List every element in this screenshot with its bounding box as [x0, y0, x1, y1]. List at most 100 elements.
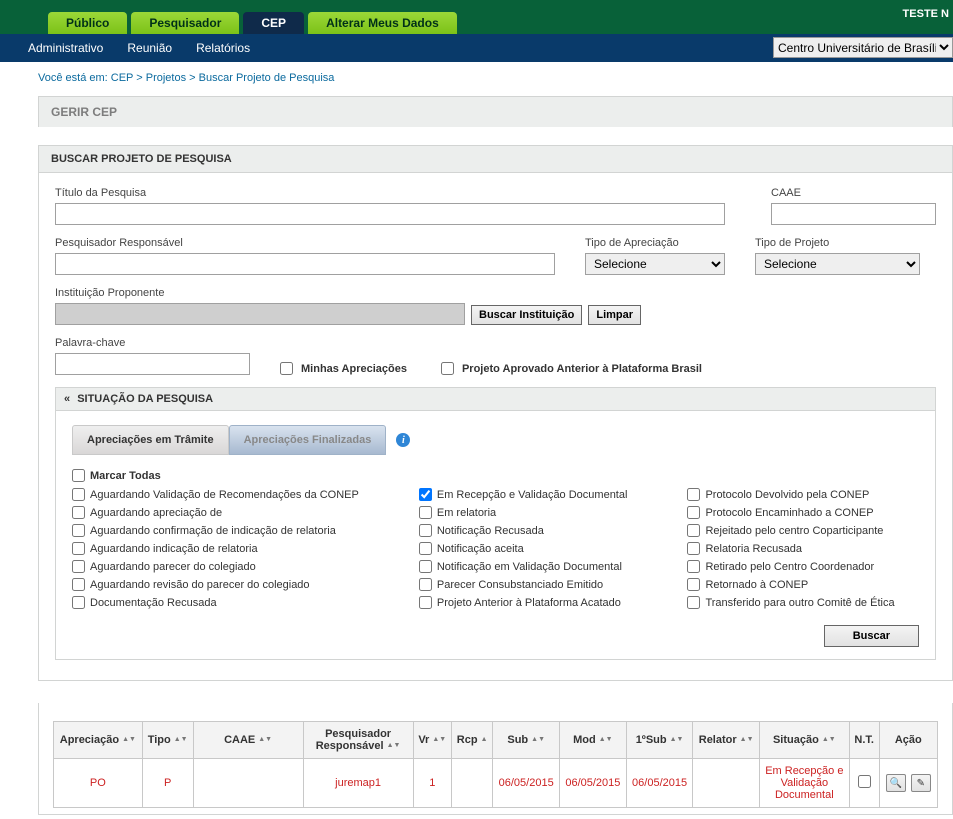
chk-aguard-parecer[interactable] [72, 560, 85, 573]
chk-aguard-confirmacao[interactable] [72, 524, 85, 537]
cell-pesq: juremap1 [303, 759, 413, 808]
sort-icon: ▲▼ [822, 737, 836, 743]
chk-aguard-revisao[interactable] [72, 578, 85, 591]
tab-alterar-dados[interactable]: Alterar Meus Dados [308, 12, 457, 34]
table-row: PO P juremap1 1 06/05/2015 06/05/2015 06… [54, 759, 938, 808]
results-table: Apreciação▲▼ Tipo▲▼ CAAE▲▼ Pesquisador R… [53, 721, 938, 808]
chk-label: Aguardando apreciação de [90, 507, 222, 519]
pencil-icon: ✎ [917, 778, 925, 789]
nt-checkbox[interactable] [858, 775, 871, 788]
breadcrumb-prefix: Você está em: [38, 72, 108, 84]
edit-action-button[interactable]: ✎ [911, 774, 931, 792]
main-tabs: Público Pesquisador CEP Alterar Meus Dad… [48, 12, 457, 34]
th-rcp[interactable]: Rcp▲ [451, 722, 492, 759]
breadcrumb-sep: > [136, 72, 145, 84]
minhas-apreciacoes-checkbox[interactable] [280, 362, 293, 375]
situacao-title: SITUAÇÃO DA PESQUISA [77, 393, 213, 405]
chk-label: Parecer Consubstanciado Emitido [437, 579, 603, 591]
limpar-button[interactable]: Limpar [588, 305, 641, 325]
th-sub1[interactable]: 1ºSub▲▼ [626, 722, 693, 759]
chk-proj-anterior-acatado[interactable] [419, 596, 432, 609]
subtab-tramite[interactable]: Apreciações em Trâmite [72, 425, 229, 455]
cell-mod: 06/05/2015 [560, 759, 627, 808]
palavra-input[interactable] [55, 353, 250, 375]
caae-label: CAAE [771, 187, 936, 199]
th-situacao[interactable]: Situação▲▼ [759, 722, 849, 759]
cell-acao: 🔍 ✎ [879, 759, 937, 808]
th-vr[interactable]: Vr▲▼ [413, 722, 451, 759]
breadcrumb-cep[interactable]: CEP [111, 72, 133, 84]
magnifier-icon: 🔍 [890, 778, 902, 789]
cell-nt [849, 759, 879, 808]
chk-label: Retirado pelo Centro Coordenador [705, 561, 874, 573]
chk-aguard-validacao-conep[interactable] [72, 488, 85, 501]
titulo-label: Título da Pesquisa [55, 187, 741, 199]
menu-relatorios[interactable]: Relatórios [196, 41, 250, 55]
institution-select[interactable]: Centro Universitário de Brasília [773, 37, 953, 58]
chk-label: Notificação em Validação Documental [437, 561, 622, 573]
breadcrumb: Você está em: CEP > Projetos > Buscar Pr… [38, 72, 953, 84]
buscar-instituicao-button[interactable]: Buscar Instituição [471, 305, 582, 325]
projeto-anterior-checkbox[interactable] [441, 362, 454, 375]
chk-doc-recusada[interactable] [72, 596, 85, 609]
chk-retirado-coord[interactable] [687, 560, 700, 573]
cell-tipo: P [142, 759, 193, 808]
menu-reuniao[interactable]: Reunião [127, 41, 172, 55]
chk-label: Aguardando indicação de relatoria [90, 543, 258, 555]
sort-icon: ▲▼ [122, 737, 136, 743]
tab-pesquisador[interactable]: Pesquisador [131, 12, 239, 34]
top-header: Público Pesquisador CEP Alterar Meus Dad… [0, 0, 953, 34]
titulo-input[interactable] [55, 203, 725, 225]
tipo-apreciacao-select[interactable]: Selecione [585, 253, 725, 275]
tab-publico[interactable]: Público [48, 12, 127, 34]
th-relator[interactable]: Relator▲▼ [693, 722, 759, 759]
th-caae[interactable]: CAAE▲▼ [193, 722, 303, 759]
tipo-projeto-select[interactable]: Selecione [755, 253, 920, 275]
sort-icon: ▲▼ [670, 737, 684, 743]
th-pesq[interactable]: Pesquisador Responsável▲▼ [303, 722, 413, 759]
chk-em-recepcao[interactable] [419, 488, 432, 501]
instituicao-label: Instituição Proponente [55, 287, 641, 299]
th-tipo[interactable]: Tipo▲▼ [142, 722, 193, 759]
cell-apreciacao: PO [54, 759, 143, 808]
chk-notif-aceita[interactable] [419, 542, 432, 555]
chk-col-3: Protocolo Devolvido pela CONEP Protocolo… [687, 488, 894, 609]
sort-icon: ▲▼ [432, 737, 446, 743]
chk-aguard-apreciacao[interactable] [72, 506, 85, 519]
chk-rejeitado-copart[interactable] [687, 524, 700, 537]
search-panel-body: Título da Pesquisa CAAE Pesquisador Resp… [38, 173, 953, 681]
th-sub[interactable]: Sub▲▼ [493, 722, 560, 759]
info-icon[interactable]: i [396, 433, 410, 447]
chk-label: Protocolo Devolvido pela CONEP [705, 489, 869, 501]
pesq-resp-input[interactable] [55, 253, 555, 275]
caae-input[interactable] [771, 203, 936, 225]
sort-icon: ▲▼ [387, 743, 401, 749]
breadcrumb-projetos[interactable]: Projetos [146, 72, 186, 84]
th-nt: N.T. [849, 722, 879, 759]
view-action-button[interactable]: 🔍 [886, 774, 906, 792]
chk-em-relatoria[interactable] [419, 506, 432, 519]
user-label: TESTE N [903, 8, 949, 20]
cell-sub: 06/05/2015 [493, 759, 560, 808]
sort-icon: ▲▼ [531, 737, 545, 743]
chk-label: Rejeitado pelo centro Coparticipante [705, 525, 883, 537]
subtab-finalizadas[interactable]: Apreciações Finalizadas [229, 425, 387, 455]
chk-notif-validacao[interactable] [419, 560, 432, 573]
menu-administrativo[interactable]: Administrativo [28, 41, 103, 55]
chk-prot-devolvido[interactable] [687, 488, 700, 501]
buscar-button[interactable]: Buscar [824, 625, 919, 647]
chk-parecer-emitido[interactable] [419, 578, 432, 591]
tab-cep[interactable]: CEP [243, 12, 304, 34]
chk-prot-encaminhado[interactable] [687, 506, 700, 519]
chk-aguard-indicacao[interactable] [72, 542, 85, 555]
situacao-header[interactable]: « SITUAÇÃO DA PESQUISA [55, 387, 936, 411]
th-mod[interactable]: Mod▲▼ [560, 722, 627, 759]
chk-notif-recusada[interactable] [419, 524, 432, 537]
cell-vr: 1 [413, 759, 451, 808]
chk-relatoria-recusada[interactable] [687, 542, 700, 555]
chk-label: Aguardando Validação de Recomendações da… [90, 489, 359, 501]
chk-transferido[interactable] [687, 596, 700, 609]
chk-retornado-conep[interactable] [687, 578, 700, 591]
th-apreciacao[interactable]: Apreciação▲▼ [54, 722, 143, 759]
marcar-todas-checkbox[interactable] [72, 469, 85, 482]
